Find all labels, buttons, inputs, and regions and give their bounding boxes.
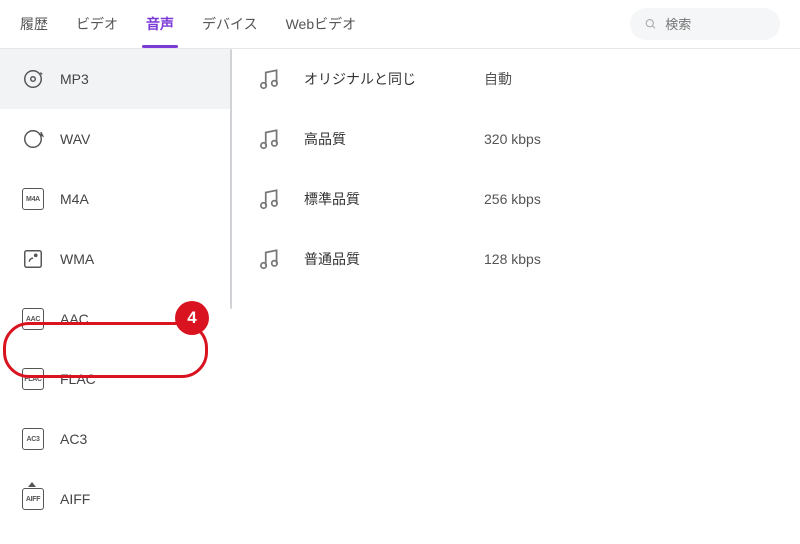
music-note-icon: [256, 126, 282, 152]
format-item-mp3[interactable]: MP3: [0, 49, 232, 109]
quality-name: 標準品質: [304, 189, 484, 209]
format-item-aac[interactable]: AAC AAC: [0, 289, 232, 349]
tab-history[interactable]: 履歴: [20, 0, 48, 48]
tab-web-video[interactable]: Webビデオ: [286, 0, 357, 48]
aiff-icon: AIFF: [22, 488, 44, 510]
tab-device[interactable]: デバイス: [202, 0, 258, 48]
format-item-wma[interactable]: WMA: [0, 229, 232, 289]
search-input[interactable]: [665, 17, 766, 32]
format-label: AC3: [60, 431, 87, 447]
mp3-icon: [22, 68, 44, 90]
format-label: WAV: [60, 131, 90, 147]
scrollbar-thumb[interactable]: [230, 49, 232, 309]
format-item-wav[interactable]: WAV: [0, 109, 232, 169]
m4a-icon: M4A: [22, 188, 44, 210]
tab-video[interactable]: ビデオ: [76, 0, 118, 48]
quality-rate: 320 kbps: [484, 131, 541, 147]
format-item-ac3[interactable]: AC3 AC3: [0, 409, 232, 469]
format-label: AIFF: [60, 491, 90, 507]
aac-icon: AAC: [22, 308, 44, 330]
quality-row-normal[interactable]: 普通品質 128 kbps: [232, 229, 800, 289]
format-category-tabs: 履歴 ビデオ 音声 デバイス Webビデオ: [20, 0, 356, 48]
quality-name: 高品質: [304, 129, 484, 149]
quality-rate: 自動: [484, 69, 512, 89]
wma-icon: [22, 248, 44, 270]
quality-row-standard[interactable]: 標準品質 256 kbps: [232, 169, 800, 229]
music-note-icon: [256, 186, 282, 212]
wav-icon: [22, 128, 44, 150]
format-label: M4A: [60, 191, 89, 207]
search-icon: [644, 16, 657, 32]
quality-row-original[interactable]: オリジナルと同じ 自動: [232, 49, 800, 109]
music-note-icon: [256, 246, 282, 272]
quality-name: オリジナルと同じ: [304, 69, 484, 89]
format-item-m4a[interactable]: M4A M4A: [0, 169, 232, 229]
format-item-aiff[interactable]: AIFF AIFF: [0, 469, 232, 529]
quality-list: オリジナルと同じ 自動 高品質 320 kbps 標準品質 256 kbps 普…: [232, 49, 800, 544]
format-item-flac[interactable]: FLAC FLAC: [0, 349, 232, 409]
quality-row-high[interactable]: 高品質 320 kbps: [232, 109, 800, 169]
tab-audio[interactable]: 音声: [146, 0, 174, 48]
ac3-icon: AC3: [22, 428, 44, 450]
body: MP3 WAV M4A M4A WMA AAC AAC FLAC FLAC: [0, 49, 800, 544]
format-label: AAC: [60, 311, 89, 327]
top-bar: 履歴 ビデオ 音声 デバイス Webビデオ: [0, 0, 800, 48]
format-sidebar: MP3 WAV M4A M4A WMA AAC AAC FLAC FLAC: [0, 49, 232, 544]
quality-rate: 256 kbps: [484, 191, 541, 207]
format-label: FLAC: [60, 371, 96, 387]
quality-name: 普通品質: [304, 249, 484, 269]
music-note-icon: [256, 66, 282, 92]
format-label: MP3: [60, 71, 89, 87]
flac-icon: FLAC: [22, 368, 44, 390]
format-label: WMA: [60, 251, 94, 267]
search-box[interactable]: [630, 8, 780, 40]
quality-rate: 128 kbps: [484, 251, 541, 267]
